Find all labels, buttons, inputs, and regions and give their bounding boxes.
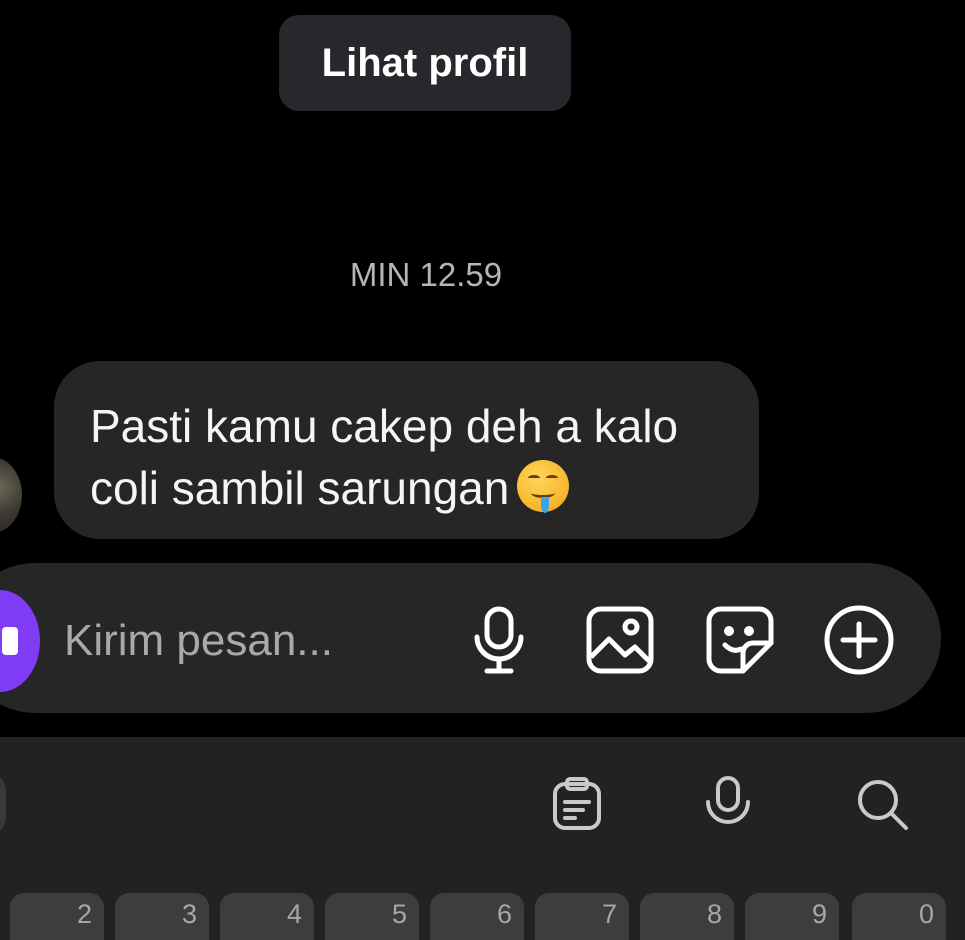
- clipboard-icon: [553, 777, 601, 830]
- message-timestamp: MIN 12.59: [349, 256, 503, 293]
- keyboard-voice-button[interactable]: [696, 772, 760, 836]
- message-text-line-1: Pasti kamu cakep deh a kalo: [90, 400, 679, 452]
- chat-screen: Lihat profil MIN 12.59 Pasti kamu cakep …: [0, 0, 965, 940]
- keyboard-search-button[interactable]: [850, 772, 914, 836]
- view-profile-button[interactable]: Lihat profil: [279, 15, 571, 111]
- key-8[interactable]: 8: [640, 893, 734, 940]
- key-6[interactable]: 6: [430, 893, 524, 940]
- keyboard-clipboard-button[interactable]: [545, 772, 609, 836]
- microphone-icon: [706, 776, 750, 824]
- gallery-button[interactable]: [584, 604, 656, 676]
- sticker-button[interactable]: [704, 604, 776, 676]
- plus-circle-icon: [824, 605, 894, 675]
- key-3[interactable]: 3: [115, 893, 209, 940]
- message-input[interactable]: [64, 606, 444, 676]
- key-9[interactable]: 9: [745, 893, 839, 940]
- key-7[interactable]: 7: [535, 893, 629, 940]
- camera-icon: [2, 627, 18, 655]
- message-text-line-2: coli sambil sarungan: [90, 457, 723, 519]
- sticker-icon: [706, 606, 774, 674]
- received-message-bubble[interactable]: Pasti kamu cakep deh a kalo coli sambil …: [54, 361, 759, 539]
- voice-message-button[interactable]: [463, 604, 535, 676]
- image-icon: [586, 606, 654, 674]
- key-0[interactable]: 0: [852, 893, 946, 940]
- key-5[interactable]: 5: [325, 893, 419, 940]
- search-icon: [858, 780, 908, 830]
- microphone-icon: [474, 606, 524, 674]
- sender-avatar[interactable]: [0, 457, 22, 533]
- drooling-face-emoji-icon: [517, 460, 570, 513]
- key-4[interactable]: 4: [220, 893, 314, 940]
- key-2[interactable]: 2: [10, 893, 104, 940]
- more-options-button[interactable]: [823, 604, 895, 676]
